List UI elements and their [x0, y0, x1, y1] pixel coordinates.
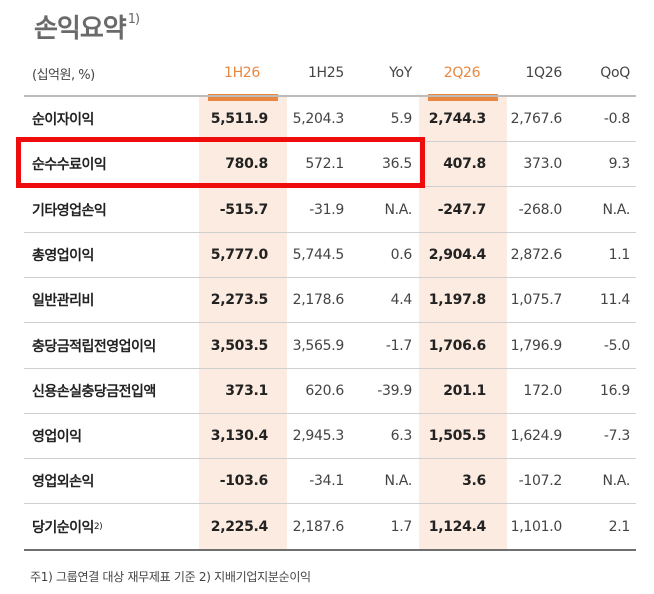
row-label: 영업외손익: [32, 459, 94, 503]
table-row: 일반관리비 2,273.5 2,178.6 4.4 1,197.8 1,075.7 11.4: [24, 278, 636, 324]
column-header: YoY: [389, 65, 412, 81]
value-cell: 9.3: [608, 156, 631, 173]
page-title: 손익요약 1): [34, 12, 140, 44]
row-label-text: 당기순이익: [32, 519, 94, 536]
value-cell: 2,904.4: [428, 246, 487, 263]
value-cell: 5,511.9: [210, 111, 269, 127]
value-cell: N.A.: [384, 473, 412, 490]
value-cell: -7.3: [603, 428, 630, 445]
value-cell: 1,197.8: [428, 292, 487, 309]
value-cell: -0.8: [603, 111, 630, 127]
value-cell: -39.9: [377, 382, 412, 399]
value-cell: 3,503.5: [210, 337, 269, 354]
value-cell: 6.3: [390, 428, 413, 445]
row-label: 순이자이익: [32, 97, 94, 141]
table-row: 순이자이익 5,511.9 5,204.3 5.9 2,744.3 2,767.6 -0.8: [24, 97, 636, 142]
value-cell: 3.6: [462, 473, 486, 490]
value-cell: 1,505.5: [428, 428, 487, 445]
footnote: 주1) 그룹연결 대상 재무제표 기준 2) 지배기업지분순이익: [30, 570, 311, 584]
value-cell: 1,124.4: [428, 518, 487, 535]
row-label: 기타영업손익: [32, 188, 107, 232]
row-label-text: 기타영업손익: [32, 202, 107, 219]
table-row: 총영업이익 5,777.0 5,744.5 0.6 2,904.4 2,872.6 1.1: [24, 233, 636, 278]
value-cell: 1.1: [608, 246, 631, 263]
row-label-text: 신용손실충당금전입액: [32, 383, 156, 400]
row-label-text: 충당금적립전영업이익: [32, 338, 156, 355]
table-header-row: (십억원, %) 1H26 1H25 YoY 2Q26 1Q26 QoQ: [24, 51, 636, 97]
value-cell: 3,130.4: [210, 428, 269, 445]
value-cell: N.A.: [602, 201, 630, 218]
title-footnote-mark: 1): [127, 12, 140, 28]
value-cell: 5,777.0: [210, 246, 269, 263]
value-cell: 2,744.3: [428, 111, 487, 127]
value-cell: N.A.: [384, 201, 412, 218]
value-cell: -5.0: [603, 337, 630, 354]
value-cell: -103.6: [219, 473, 269, 490]
value-cell: -1.7: [385, 337, 412, 354]
row-label-text: 총영업이익: [32, 247, 94, 264]
row-label: 신용손실충당금전입액: [32, 369, 156, 413]
table-row: 충당금적립전영업이익 3,503.5 3,565.9 -1.7 1,706.6 1,796…: [24, 324, 636, 369]
row-label: 영업이익: [32, 414, 82, 458]
value-cell: 16.9: [600, 382, 630, 399]
value-cell: 4.4: [390, 292, 413, 309]
row-label-text: 영업이익: [32, 429, 82, 446]
row-label: 일반관리비: [32, 278, 94, 322]
row-footnote-mark: 2): [93, 521, 103, 532]
value-cell: 5.9: [390, 111, 413, 127]
row-label-text: 일반관리비: [32, 293, 94, 310]
value-cell: 11.4: [600, 292, 630, 309]
column-header: QoQ: [600, 65, 630, 81]
row-label-text: 순이자이익: [32, 112, 94, 128]
value-cell: 1,706.6: [428, 337, 487, 354]
value-cell: 2.1: [608, 518, 631, 535]
row-label-text: 영업외손익: [32, 474, 94, 491]
table-row: 영업이익 3,130.4 2,945.3 6.3 1,505.5 1,624.9 -7.3: [24, 414, 636, 460]
value-cell: 201.1: [443, 382, 486, 399]
value-cell: -515.7: [219, 201, 269, 218]
value-cell: 2,225.4: [210, 518, 269, 535]
table-row: 기타영업손익 -515.7 -31.9 N.A. -247.7 -268.0 N.A.: [24, 188, 636, 233]
highlight-box: [16, 137, 425, 188]
value-cell: N.A.: [602, 473, 630, 490]
unit-label: (십억원, %): [32, 67, 95, 83]
value-cell: -247.7: [437, 201, 487, 218]
table-row: 영업외손익 -103.6 -34.1 N.A. 3.6 -107.2 N.A.: [24, 459, 636, 505]
table-row: 신용손실충당금전입액 373.1 620.6 -39.9 201.1 172.0 16.9: [24, 369, 636, 414]
value-cell: 2,273.5: [210, 292, 269, 309]
row-label: 당기순이익 2): [32, 505, 103, 549]
value-cell: 0.6: [390, 246, 413, 263]
table-row: 당기순이익 2) 2,225.4 2,187.6 1.7 1,124.4 1,101.0 2.…: [24, 505, 636, 551]
value-cell: 373.1: [225, 382, 268, 399]
row-label: 충당금적립전영업이익: [32, 324, 156, 368]
row-label: 총영업이익: [32, 233, 94, 277]
value-cell: 1.7: [390, 518, 413, 535]
